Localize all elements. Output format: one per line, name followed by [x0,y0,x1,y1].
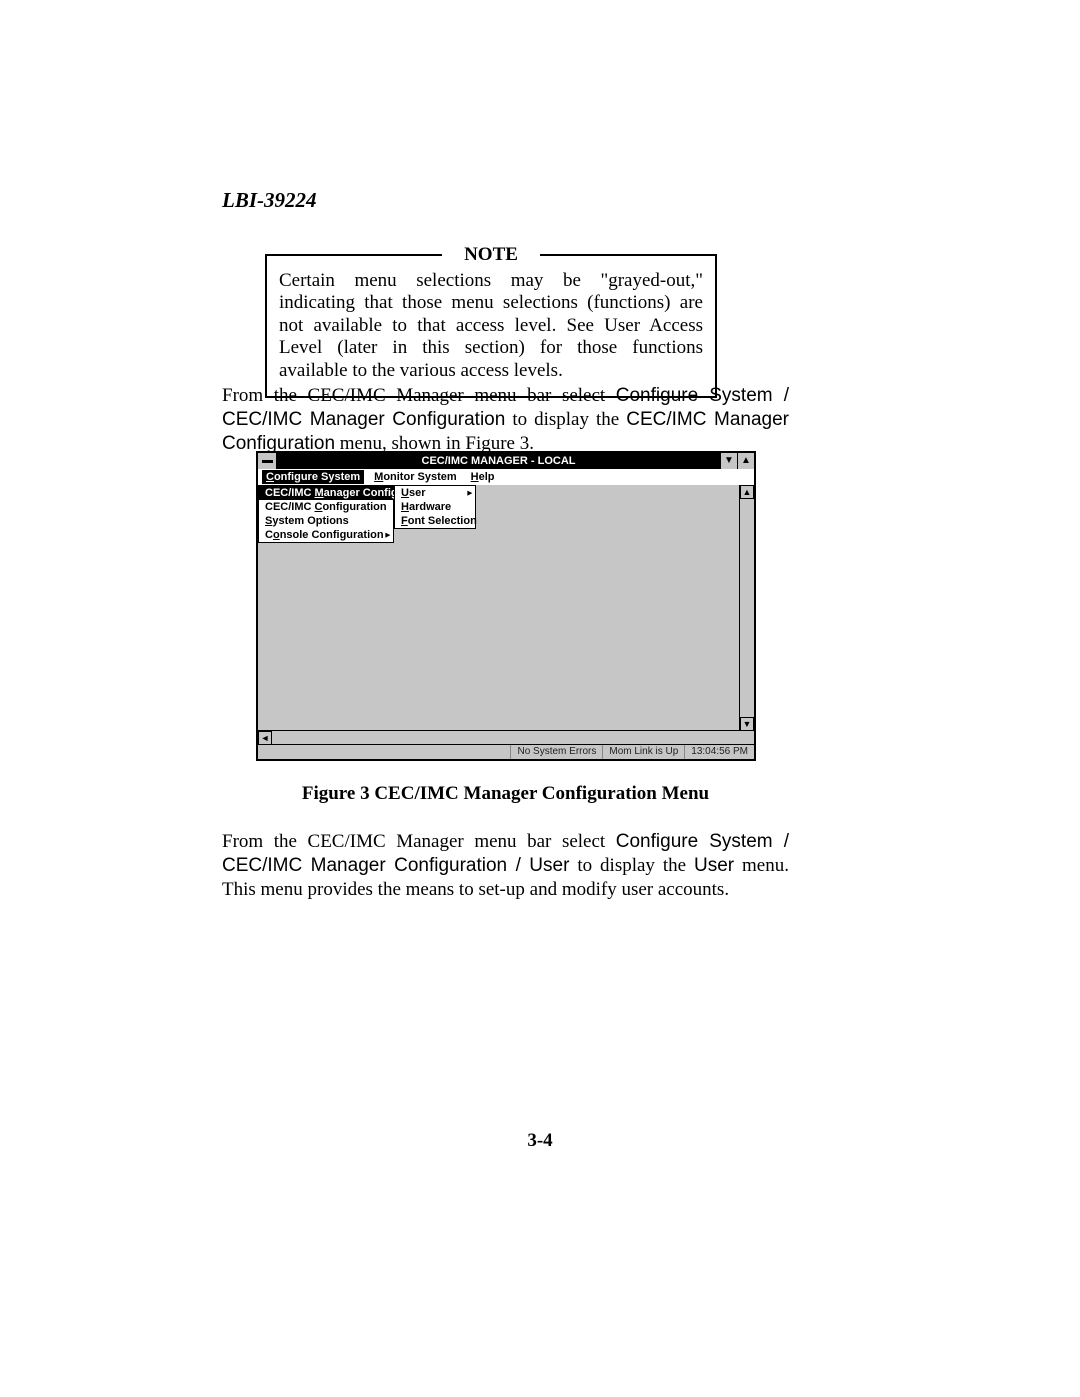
status-time: 13:04:56 PM [684,745,754,759]
status-errors: No System Errors [510,745,602,759]
minimize-button[interactable]: ▼ [720,453,737,469]
page-number: 3-4 [0,1130,1080,1152]
menu-monitor-system[interactable]: Monitor System [370,470,461,484]
window-buttons: ▼ ▲ [720,453,754,469]
app-title: CEC/IMC MANAGER - LOCAL [277,453,720,469]
menu-configure-system[interactable]: Configure System [262,470,364,484]
ditem-post: ystem Options [272,515,348,527]
menu-label-post: onfigure System [274,471,360,483]
chevron-down-icon: ▼ [743,719,752,729]
menu-label-ul: H [471,471,479,483]
para2-seg-c: to display the [569,855,694,876]
ditem-post: ser [409,487,426,499]
para2-seg-d: User [694,855,734,876]
app-titlebar: CEC/IMC MANAGER - LOCAL ▼ ▲ [258,453,754,469]
ditem-pre: CEC/IMC [265,487,315,499]
para2-seg-a: From the CEC/IMC Manager menu bar select [222,831,616,852]
note-label-wrap: NOTE [267,244,715,266]
scroll-up-button[interactable]: ▲ [740,485,754,499]
dropdown-item-user[interactable]: User ▸ [395,486,475,500]
body-paragraph-1: From the CEC/IMC Manager menu bar select… [222,384,789,455]
chevron-up-icon: ▲ [743,487,752,497]
dropdown-item-hardware[interactable]: Hardware [395,500,475,514]
maximize-icon: ▲ [741,456,751,466]
status-bar: No System Errors Mom Link is Up 13:04:56… [258,744,754,759]
ditem-pre: CEC/IMC [265,501,315,513]
status-link: Mom Link is Up [602,745,684,759]
minimize-icon: ▼ [724,456,734,466]
scroll-down-button[interactable]: ▼ [740,717,754,731]
dropdown-manager-configuration-submenu: User ▸ Hardware Font Selection [394,485,476,529]
submenu-arrow-icon: ▸ [467,488,472,499]
dropdown-item-console-configuration[interactable]: Console Configuration ▸ [259,528,393,542]
dropdown-item-system-options[interactable]: System Options [259,514,393,528]
ditem-ul: U [401,487,409,499]
note-label: NOTE [442,244,540,265]
app-window: CEC/IMC MANAGER - LOCAL ▼ ▲ Configure Sy… [256,451,756,761]
menu-label-ul: C [266,471,274,483]
submenu-arrow-icon: ▸ [385,530,390,541]
system-menu-button[interactable] [258,453,277,469]
ditem-pre: C [265,529,273,541]
app-workarea: CEC/IMC Manager Configuration CEC/IMC Co… [258,485,754,731]
ditem-ul: o [273,529,280,541]
dropdown-item-cecimc-manager-configuration[interactable]: CEC/IMC Manager Configuration [259,486,393,500]
menu-help[interactable]: Help [467,470,499,484]
dropdown-item-font-selection[interactable]: Font Selection [395,514,475,528]
system-menu-icon [262,460,273,463]
note-box: NOTE Certain menu selections may be "gra… [265,254,717,398]
scroll-left-button[interactable]: ◄ [258,731,272,745]
note-body-text: Certain menu selections may be "grayed-o… [279,270,703,382]
horizontal-scrollbar[interactable]: ◄ [258,730,754,745]
para1-seg-c: to display the [505,409,626,430]
ditem-post: nsole Configuration [280,529,384,541]
vertical-scrollbar[interactable]: ▲ ▼ [739,485,754,731]
ditem-post: onfiguration [322,501,386,513]
ditem-ul: M [315,487,324,499]
para1-seg-a: From the CEC/IMC Manager menu bar select [222,385,616,406]
menubar: Configure System Monitor System Help [258,469,754,486]
dropdown-item-cecimc-configuration[interactable]: CEC/IMC Configuration [259,500,393,514]
ditem-ul: F [401,515,408,527]
dropdown-configure-system: CEC/IMC Manager Configuration CEC/IMC Co… [258,485,394,543]
body-paragraph-2: From the CEC/IMC Manager menu bar select… [222,830,789,901]
figure-caption: Figure 3 CEC/IMC Manager Configuration M… [222,783,789,805]
ditem-post: ont Selection [408,515,477,527]
maximize-button[interactable]: ▲ [737,453,754,469]
document-page: LBI-39224 NOTE Certain menu selections m… [0,0,1080,1397]
menu-label-post: onitor System [383,471,456,483]
document-header-id: LBI-39224 [222,188,317,213]
menu-label-ul: M [374,471,383,483]
menu-label-post: elp [479,471,495,483]
ditem-post: ardware [409,501,451,513]
ditem-ul: H [401,501,409,513]
chevron-left-icon: ◄ [261,733,270,743]
